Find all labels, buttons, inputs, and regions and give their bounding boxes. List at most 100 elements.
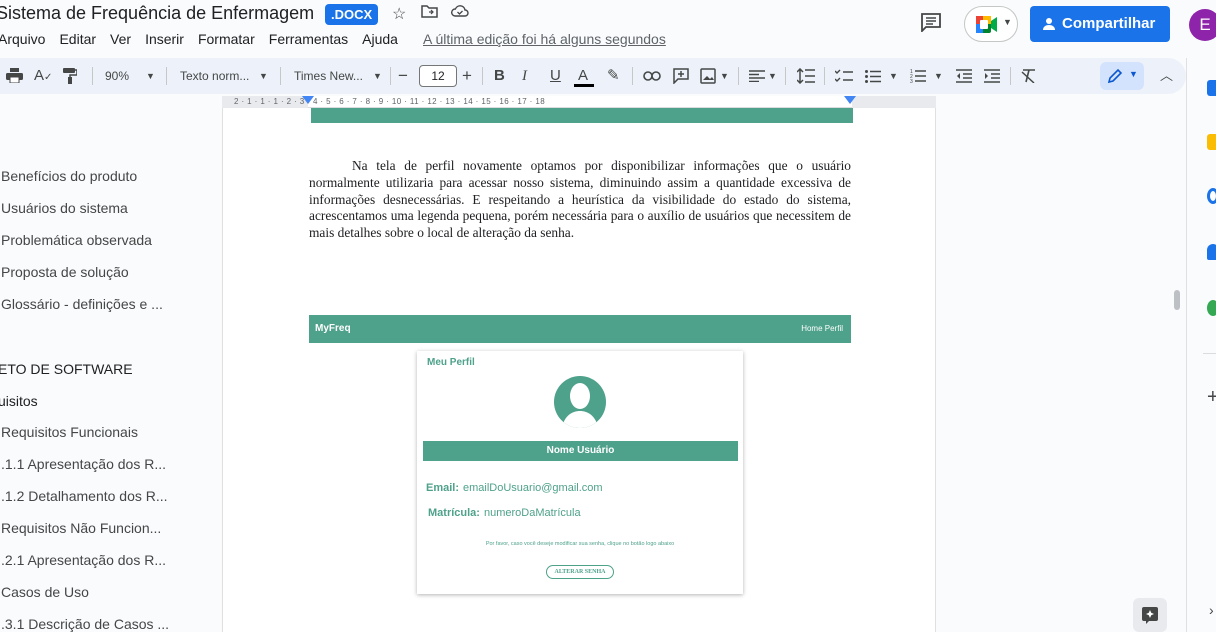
toolbar-divider — [785, 67, 786, 85]
document-title[interactable]: Sistema de Frequência de Enfermagem — [0, 3, 314, 24]
mockup-email-row: Email: emailDoUsuario@gmail.com — [426, 482, 603, 494]
chevron-right-icon[interactable]: › — [1209, 602, 1214, 618]
explore-button[interactable] — [1133, 598, 1167, 632]
paint-format-icon[interactable] — [63, 58, 78, 94]
outline-item[interactable]: Problemática observada — [1, 232, 152, 248]
editing-mode-button[interactable]: ▼ — [1100, 62, 1144, 90]
decrease-indent-icon[interactable] — [956, 58, 972, 94]
title-bar: Sistema de Frequência de Enfermagem .DOC… — [0, 0, 1216, 56]
person-add-icon — [1043, 18, 1055, 30]
maps-icon[interactable] — [1207, 300, 1216, 316]
outline-item[interactable]: Requisitos Não Funcion... — [1, 520, 161, 536]
link-icon[interactable] — [643, 58, 661, 94]
increase-font-button[interactable]: + — [462, 58, 472, 94]
chevron-down-icon[interactable]: ▼ — [259, 58, 268, 94]
menu-editar[interactable]: Editar — [59, 31, 96, 47]
comments-icon[interactable] — [920, 12, 942, 34]
chevron-down-icon[interactable]: ▼ — [146, 58, 155, 94]
meet-icon — [976, 16, 997, 33]
outline-item[interactable]: Glossário - definições e ... — [1, 296, 163, 312]
menu-inserir[interactable]: Inserir — [145, 31, 184, 47]
font-size-input[interactable]: 12 — [419, 65, 457, 87]
menu-ajuda[interactable]: Ajuda — [362, 31, 398, 47]
explore-icon — [1142, 607, 1158, 624]
meet-button[interactable]: ▼ — [964, 6, 1018, 42]
toolbar-divider — [482, 67, 483, 85]
toolbar-divider — [632, 67, 633, 85]
decrease-font-button[interactable]: − — [398, 58, 408, 94]
bulleted-list-icon[interactable] — [865, 58, 881, 94]
scrollbar-thumb[interactable] — [1174, 290, 1180, 310]
spellcheck-icon[interactable]: A✓ — [34, 58, 52, 94]
text-color-button[interactable]: A — [574, 58, 594, 94]
outline-item[interactable]: .3.1 Descrição de Casos ... — [1, 616, 169, 632]
mockup-change-password-button: ALTERAR SENHA — [546, 565, 614, 579]
tasks-icon[interactable] — [1207, 188, 1216, 204]
align-left-icon[interactable] — [749, 58, 765, 94]
right-indent-marker[interactable] — [844, 96, 856, 104]
outline-heading[interactable]: ETO DE SOFTWARE — [0, 361, 133, 377]
menu-ver[interactable]: Ver — [110, 31, 131, 47]
menu-formatar[interactable]: Formatar — [198, 31, 255, 47]
add-comment-icon[interactable] — [673, 58, 689, 94]
outline-item[interactable]: .1.1 Apresentação dos R... — [1, 456, 166, 472]
toolbar-divider — [390, 67, 391, 85]
previous-image-bottom — [311, 108, 853, 123]
document-page[interactable]: Na tela de perfil novamente optamos por … — [222, 108, 936, 632]
avatar[interactable]: E — [1189, 9, 1216, 41]
outline-item[interactable]: Benefícios do produto — [1, 168, 137, 184]
move-folder-icon[interactable] — [421, 4, 438, 23]
highlight-icon[interactable]: ✎ — [607, 58, 620, 94]
menu-arquivo[interactable]: Arquivo — [0, 31, 45, 47]
font-select[interactable]: Times New... — [294, 58, 363, 94]
chevron-down-icon[interactable]: ▼ — [720, 58, 729, 94]
bold-button[interactable]: B — [494, 58, 505, 94]
calendar-icon[interactable] — [1207, 80, 1216, 96]
clear-formatting-icon[interactable] — [1021, 58, 1037, 94]
contacts-icon[interactable] — [1207, 244, 1216, 260]
docx-badge: .DOCX — [325, 4, 379, 25]
mockup-hint-text: Por favor, caso você deseje modificar su… — [485, 541, 675, 547]
chevron-up-icon[interactable]: ︿ — [1160, 58, 1173, 94]
chevron-down-icon[interactable]: ▼ — [768, 58, 777, 94]
outline-item[interactable]: Casos de Uso — [1, 584, 89, 600]
insert-image-icon[interactable] — [700, 58, 716, 94]
chevron-down-icon[interactable]: ▼ — [373, 58, 382, 94]
share-button[interactable]: Compartilhar — [1030, 6, 1170, 42]
zoom-select[interactable]: 90% — [105, 58, 129, 94]
body-paragraph[interactable]: Na tela de perfil novamente optamos por … — [309, 158, 851, 242]
outline-heading[interactable]: uisitos — [0, 393, 38, 409]
ruler-marks: 2 · 1 · 1 · 1 · 2 · 3 · 4 · 5 · 6 · 7 · … — [234, 97, 546, 106]
numbered-list-icon[interactable]: 123 — [910, 58, 926, 94]
chevron-down-icon[interactable]: ▼ — [934, 58, 943, 94]
outline-item[interactable]: Proposta de solução — [1, 264, 129, 280]
outline-item[interactable]: .2.1 Apresentação dos R... — [1, 552, 166, 568]
italic-button[interactable]: I — [522, 58, 527, 94]
mockup-email-label: Email: — [426, 482, 460, 494]
left-indent-marker[interactable] — [302, 96, 314, 104]
ruler[interactable]: 2 · 1 · 1 · 1 · 2 · 3 · 4 · 5 · 6 · 7 · … — [222, 96, 936, 108]
cloud-saved-icon[interactable] — [451, 4, 469, 23]
underline-button[interactable]: U — [550, 58, 561, 94]
last-edit-link[interactable]: A última edição foi há alguns segundos — [423, 31, 666, 47]
share-label: Compartilhar — [1062, 15, 1156, 32]
star-icon[interactable]: ☆ — [392, 4, 406, 24]
print-icon[interactable] — [6, 58, 23, 94]
add-addon-icon[interactable]: + — [1207, 386, 1216, 409]
outline-item[interactable]: .1.2 Detalhamento dos R... — [1, 488, 168, 504]
mockup-matricula-label: Matrícula: — [428, 507, 480, 519]
mockup-matricula-row: Matrícula: numeroDaMatrícula — [428, 507, 581, 519]
text-color-label: A — [578, 67, 589, 84]
style-select[interactable]: Texto norm... — [180, 58, 249, 94]
mockup-brand: MyFreq — [315, 323, 351, 334]
line-spacing-icon[interactable] — [796, 58, 815, 94]
increase-indent-icon[interactable] — [984, 58, 1000, 94]
outline-item[interactable]: Usuários do sistema — [1, 200, 128, 216]
chevron-down-icon[interactable]: ▼ — [889, 58, 898, 94]
checklist-icon[interactable] — [834, 58, 853, 94]
keep-icon[interactable] — [1207, 134, 1216, 150]
text-color-swatch — [574, 84, 594, 87]
menu-ferramentas[interactable]: Ferramentas — [269, 31, 348, 47]
outline-item[interactable]: Requisitos Funcionais — [1, 424, 138, 440]
mockup-matricula-value: numeroDaMatrícula — [483, 507, 581, 519]
